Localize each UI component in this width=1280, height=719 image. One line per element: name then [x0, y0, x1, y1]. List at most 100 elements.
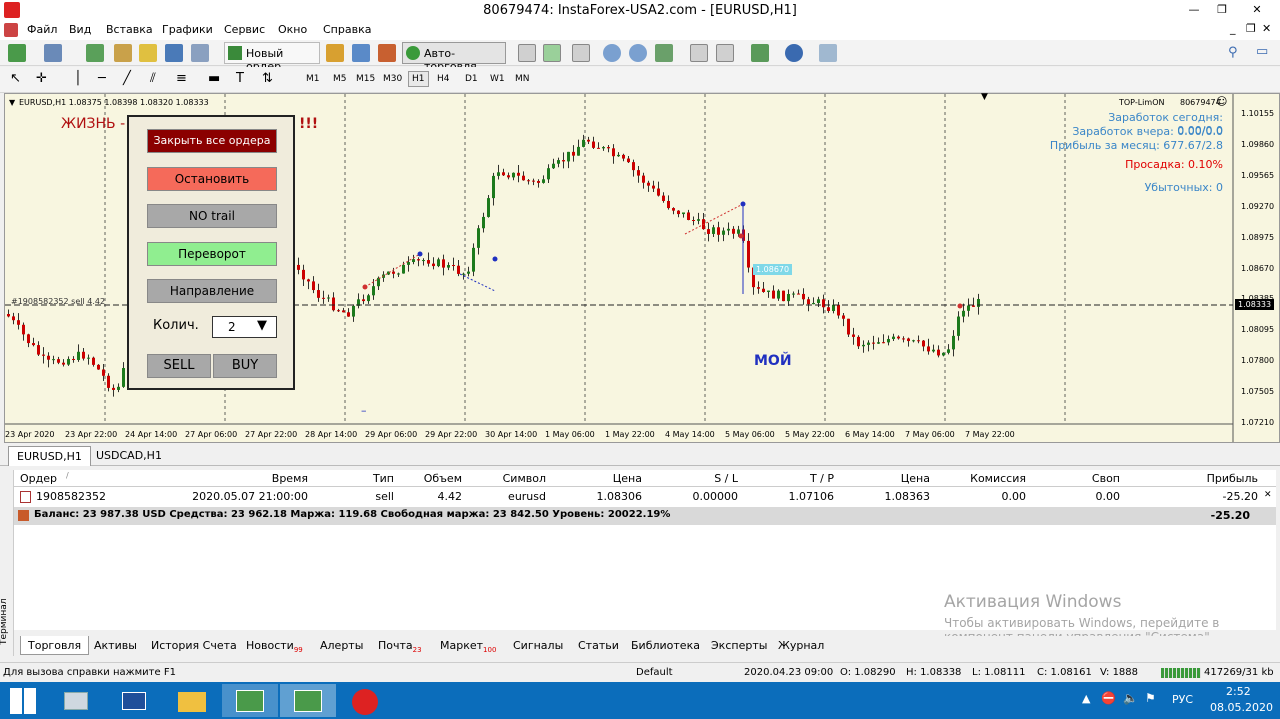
market-watch-icon[interactable]	[86, 44, 104, 62]
tab-history[interactable]: История Счета	[151, 639, 237, 652]
col-time[interactable]: Время	[140, 472, 308, 485]
tab-experts[interactable]: Эксперты	[711, 639, 767, 652]
col-current-price[interactable]: Цена	[840, 472, 930, 485]
label-icon[interactable]: ▬	[208, 71, 220, 86]
navigator-icon[interactable]	[139, 44, 157, 62]
clock-date[interactable]: 08.05.2020	[1210, 701, 1273, 714]
market-icon[interactable]	[378, 44, 396, 62]
menu-charts[interactable]: Графики	[162, 23, 213, 36]
data-window-icon[interactable]	[114, 44, 132, 62]
channel-icon[interactable]: ⫽	[150, 71, 156, 86]
new-order-button[interactable]: Новый ордер	[224, 42, 320, 73]
line-chart-icon[interactable]	[572, 44, 590, 62]
child-restore-icon[interactable]: ❐	[1246, 22, 1256, 35]
close-all-orders-button[interactable]: Закрыть все ордера	[147, 129, 277, 153]
col-sl[interactable]: S / L	[648, 472, 738, 485]
auto-trading-button[interactable]: Авто-торговля	[402, 42, 506, 73]
trendline-icon[interactable]: ╱	[123, 71, 131, 86]
bar-chart-icon[interactable]	[518, 44, 536, 62]
periods-icon[interactable]	[785, 44, 803, 62]
zoom-in-icon[interactable]	[603, 44, 621, 62]
server-manager-button[interactable]	[48, 684, 104, 717]
tab-signals[interactable]: Сигналы	[513, 639, 563, 652]
tf-d1[interactable]: D1	[465, 74, 478, 84]
language-indicator[interactable]: РУС	[1172, 693, 1193, 706]
tab-eurusd[interactable]: EURUSD,H1	[8, 446, 91, 466]
menu-window[interactable]: Окно	[278, 23, 307, 36]
child-close-icon[interactable]: ✕	[1262, 22, 1271, 35]
flag-icon[interactable]: ⚑	[1145, 691, 1156, 705]
search-icon[interactable]: ⚲	[1228, 45, 1238, 60]
restore-icon[interactable]: ❐	[1208, 0, 1236, 20]
tf-w1[interactable]: W1	[490, 74, 505, 84]
mt4-button-1[interactable]	[222, 684, 278, 717]
chart-shift-icon[interactable]	[690, 44, 708, 62]
tab-alerts[interactable]: Алерты	[320, 639, 363, 652]
col-tp[interactable]: T / P	[744, 472, 834, 485]
tab-news[interactable]: Новости99	[246, 639, 303, 654]
powershell-button[interactable]	[106, 684, 162, 717]
col-commission[interactable]: Комиссия	[936, 472, 1026, 485]
tray-chevron-icon[interactable]: ▲	[1082, 692, 1090, 705]
tile-windows-icon[interactable]	[655, 44, 673, 62]
crosshair-icon[interactable]: ✛	[36, 71, 47, 86]
close-icon[interactable]: ✕	[1236, 0, 1278, 20]
col-profit[interactable]: Прибыль	[1126, 472, 1258, 485]
tab-mail[interactable]: Почта23	[378, 639, 422, 654]
cursor-icon[interactable]: ↖	[10, 71, 21, 86]
minimize-icon[interactable]: —	[1180, 0, 1208, 20]
col-volume[interactable]: Объем	[400, 472, 462, 485]
explorer-button[interactable]	[164, 684, 220, 717]
fibonacci-icon[interactable]: ≡	[176, 71, 187, 86]
close-order-icon[interactable]: ✕	[1264, 490, 1272, 500]
buy-button[interactable]: BUY	[213, 354, 277, 378]
instaforex-button[interactable]	[338, 684, 394, 717]
reverse-button[interactable]: Переворот	[147, 242, 277, 266]
tf-mn[interactable]: MN	[515, 74, 530, 84]
tab-trade[interactable]: Торговля	[20, 636, 90, 655]
horizontal-line-icon[interactable]: ─	[98, 71, 106, 86]
col-type[interactable]: Тип	[314, 472, 394, 485]
zoom-out-icon[interactable]	[629, 44, 647, 62]
indicators-icon[interactable]	[751, 44, 769, 62]
menu-file[interactable]: Файл	[27, 23, 57, 36]
direction-button[interactable]: Направление	[147, 279, 277, 303]
tf-m1[interactable]: M1	[306, 74, 320, 84]
clock-time[interactable]: 2:52	[1226, 685, 1251, 698]
table-row[interactable]: 1908582352 2020.05.07 21:00:00 sell 4.42…	[14, 488, 1276, 506]
arrows-icon[interactable]: ⇅	[262, 71, 273, 86]
stop-button[interactable]: Остановить	[147, 167, 277, 191]
menu-help[interactable]: Справка	[323, 23, 371, 36]
chat-icon[interactable]: ▭	[1256, 44, 1268, 59]
new-chart-icon[interactable]	[8, 44, 26, 62]
tf-m15[interactable]: M15	[356, 74, 375, 84]
terminal-icon[interactable]	[165, 44, 183, 62]
col-price[interactable]: Цена	[552, 472, 642, 485]
shift-marker-icon[interactable]: ▼	[981, 92, 988, 102]
vertical-line-icon[interactable]: │	[74, 71, 82, 86]
profiles-icon[interactable]	[44, 44, 62, 62]
metaeditor-icon[interactable]	[326, 44, 344, 62]
autoscroll-icon[interactable]	[716, 44, 734, 62]
tf-m5[interactable]: M5	[333, 74, 347, 84]
network-icon[interactable]: ⛔	[1101, 691, 1116, 705]
candlestick-icon[interactable]	[543, 44, 561, 62]
col-swap[interactable]: Своп	[1032, 472, 1120, 485]
start-button-icon[interactable]	[10, 688, 36, 714]
mt4-button-2[interactable]	[280, 684, 336, 717]
qty-select[interactable]: 2 ▼	[212, 316, 277, 338]
tf-h4[interactable]: H4	[437, 74, 450, 84]
signals-icon[interactable]	[352, 44, 370, 62]
sell-button[interactable]: SELL	[147, 354, 211, 378]
templates-icon[interactable]	[819, 44, 837, 62]
col-symbol[interactable]: Символ	[468, 472, 546, 485]
tab-library[interactable]: Библиотека	[631, 639, 700, 652]
col-order[interactable]: Ордер	[20, 472, 57, 485]
tab-market[interactable]: Маркет100	[440, 639, 496, 654]
menu-tools[interactable]: Сервис	[224, 23, 265, 36]
tf-h1[interactable]: H1	[408, 71, 429, 87]
tf-m30[interactable]: M30	[383, 74, 402, 84]
volume-icon[interactable]: 🔈	[1123, 691, 1138, 705]
tab-exposure[interactable]: Активы	[94, 639, 137, 652]
text-icon[interactable]: T	[236, 71, 244, 86]
